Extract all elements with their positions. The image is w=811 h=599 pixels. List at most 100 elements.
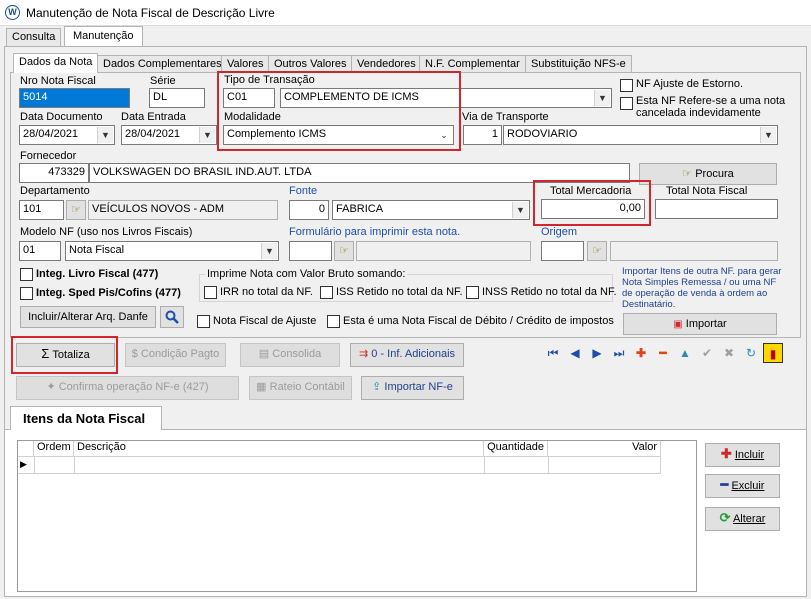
- hand-pointer-icon: ☞: [682, 168, 693, 181]
- tab-nf-complementar[interactable]: N.F. Complementar: [419, 55, 526, 73]
- departamento-code[interactable]: 101: [19, 200, 64, 220]
- importar-info-text: Importar Itens de outra NF. para gerar N…: [622, 266, 782, 310]
- inss-checkbox[interactable]: [466, 286, 479, 299]
- tab-itens-da-nota[interactable]: Itens da Nota Fiscal: [10, 406, 162, 430]
- refresh-icon[interactable]: ↻: [741, 343, 761, 363]
- excluir-label: Excluir: [731, 480, 765, 492]
- prior-record-icon[interactable]: ◀: [565, 343, 585, 363]
- data-entrada-picker[interactable]: 28/04/2021 ▼: [121, 125, 217, 145]
- via-transporte-code[interactable]: 1: [463, 125, 502, 145]
- integ-sped-checkbox[interactable]: [20, 287, 33, 300]
- total-mercadoria-field[interactable]: 0,00: [541, 199, 645, 219]
- consolida-button[interactable]: ▤ Consolida: [240, 343, 340, 367]
- chevron-down-icon[interactable]: ▼: [199, 127, 215, 143]
- fornecedor-name[interactable]: VOLKSWAGEN DO BRASIL IND.AUT. LTDA: [89, 163, 630, 183]
- importar-button[interactable]: ▣ Importar: [623, 313, 777, 335]
- confirma-operacao-button[interactable]: ✦ Confirma operação NF-e (427): [16, 376, 239, 400]
- nf-ajuste-checkbox[interactable]: [197, 315, 210, 328]
- nro-nota-label: Nro Nota Fiscal: [20, 75, 96, 87]
- tipo-transacao-select[interactable]: COMPLEMENTO DE ICMS ▼: [280, 88, 612, 108]
- last-record-icon[interactable]: ⏭: [609, 343, 629, 363]
- tab-valores[interactable]: Valores: [221, 55, 270, 73]
- origem-code[interactable]: [541, 241, 584, 261]
- modelo-nf-code[interactable]: 01: [19, 241, 61, 261]
- origem-label[interactable]: Origem: [541, 226, 577, 238]
- chevron-down-icon[interactable]: ⌄: [436, 127, 452, 143]
- tipo-transacao-code[interactable]: C01: [223, 88, 275, 108]
- tab-outros-valores[interactable]: Outros Valores: [268, 55, 353, 73]
- modalidade-select[interactable]: Complemento ICMS ⌄: [223, 125, 454, 145]
- sigma-icon: Σ: [41, 346, 50, 361]
- iss-checkbox[interactable]: [320, 286, 333, 299]
- via-transporte-select[interactable]: RODOVIARIO ▼: [503, 125, 778, 145]
- formulario-code[interactable]: [289, 241, 332, 261]
- chevron-down-icon[interactable]: ▼: [261, 243, 277, 259]
- tab-vendedores[interactable]: Vendedores: [351, 55, 422, 73]
- formulario-label[interactable]: Formulário para imprimir esta nota.: [289, 226, 460, 238]
- row-indicator-icon: ▶: [20, 459, 27, 469]
- origem-lookup-icon[interactable]: ☞: [587, 241, 607, 261]
- nro-nota-field[interactable]: 5014: [19, 88, 130, 108]
- nf-debito-checkbox[interactable]: [327, 315, 340, 328]
- totaliza-button[interactable]: Σ Totaliza: [16, 343, 115, 367]
- iss-label: ISS Retido no total da NF.: [336, 286, 463, 298]
- chevron-down-icon[interactable]: ▼: [97, 127, 113, 143]
- chevron-down-icon[interactable]: ▼: [512, 202, 528, 218]
- plus-icon: ✚: [720, 446, 732, 461]
- fonte-select[interactable]: FABRICA ▼: [332, 200, 530, 220]
- condicao-pagto-button[interactable]: $ Condição Pagto: [125, 343, 226, 367]
- first-record-icon[interactable]: ⏮: [543, 343, 563, 363]
- irr-checkbox[interactable]: [204, 286, 217, 299]
- alterar-button[interactable]: ⟳ Alterar: [705, 507, 780, 531]
- inf-adicionais-button[interactable]: ⇉ 0 - Inf. Adicionais: [350, 343, 464, 367]
- formulario-name: [356, 241, 531, 261]
- serie-field[interactable]: DL: [149, 88, 205, 108]
- incluir-button[interactable]: ✚ Incluir: [705, 443, 780, 467]
- integ-sped-label: Integ. Sped Pis/Cofins (477): [36, 287, 181, 299]
- nf-refere-cancelada-label: Esta NF Refere-se a uma nota cancelada i…: [636, 95, 786, 119]
- departamento-lookup-icon[interactable]: ☞: [66, 200, 86, 220]
- tab-dados-da-nota[interactable]: Dados da Nota: [13, 53, 99, 73]
- cancel-record-icon[interactable]: ✖: [719, 343, 739, 363]
- post-record-icon[interactable]: ✔: [697, 343, 717, 363]
- total-nota-field[interactable]: [655, 199, 778, 219]
- nf-ajuste-estorno-checkbox[interactable]: [620, 79, 633, 92]
- search-button[interactable]: [160, 306, 184, 328]
- col-descricao[interactable]: Descrição: [74, 441, 484, 457]
- edit-record-icon[interactable]: ▲: [675, 343, 695, 363]
- insert-record-icon[interactable]: ✚: [631, 343, 651, 363]
- fonte-code[interactable]: 0: [289, 200, 329, 220]
- tipo-transacao-value: COMPLEMENTO DE ICMS: [284, 91, 419, 103]
- col-quantidade[interactable]: Quantidade: [484, 441, 548, 457]
- tab-substituicao-nfse[interactable]: Substituição NFS-e: [525, 55, 632, 73]
- confirm-icon: ✦: [46, 381, 56, 393]
- fornecedor-code[interactable]: 473329: [19, 163, 89, 183]
- next-record-icon[interactable]: ▶: [587, 343, 607, 363]
- dollar-icon: $: [131, 348, 138, 360]
- modelo-nf-select[interactable]: Nota Fiscal ▼: [65, 241, 279, 261]
- tab-dados-complementares[interactable]: Dados Complementares: [97, 55, 228, 73]
- integ-livro-fiscal-checkbox[interactable]: [20, 268, 33, 281]
- col-ordem[interactable]: Ordem: [34, 441, 74, 457]
- rateio-contabil-button[interactable]: ▦ Rateio Contábil: [249, 376, 352, 400]
- tab-consulta[interactable]: Consulta: [6, 28, 62, 46]
- importar-label: Importar: [685, 318, 727, 330]
- condicao-pagto-label: Condição Pagto: [140, 348, 220, 360]
- nf-refere-cancelada-checkbox[interactable]: [620, 97, 633, 110]
- exit-door-icon[interactable]: ▮: [763, 343, 783, 363]
- nf-ajuste-label: Nota Fiscal de Ajuste: [213, 315, 317, 327]
- fonte-label[interactable]: Fonte: [289, 185, 317, 197]
- data-documento-picker[interactable]: 28/04/2021 ▼: [19, 125, 115, 145]
- importar-nfe-label: Importar NF-e: [384, 381, 453, 393]
- excluir-button[interactable]: ━ Excluir: [705, 474, 780, 498]
- delete-record-icon[interactable]: ━: [653, 343, 673, 363]
- chevron-down-icon[interactable]: ▼: [594, 90, 610, 106]
- incluir-arq-danfe-button[interactable]: Incluir/Alterar Arq. Danfe: [20, 306, 156, 328]
- col-valor[interactable]: Valor: [548, 441, 661, 457]
- procura-button[interactable]: ☞ Procura: [639, 163, 777, 185]
- formulario-lookup-icon[interactable]: ☞: [334, 241, 354, 261]
- table-row[interactable]: ▶: [18, 457, 661, 474]
- importar-nfe-button[interactable]: ⇪ Importar NF-e: [361, 376, 464, 400]
- tab-manutencao[interactable]: Manutenção: [64, 26, 143, 46]
- chevron-down-icon[interactable]: ▼: [760, 127, 776, 143]
